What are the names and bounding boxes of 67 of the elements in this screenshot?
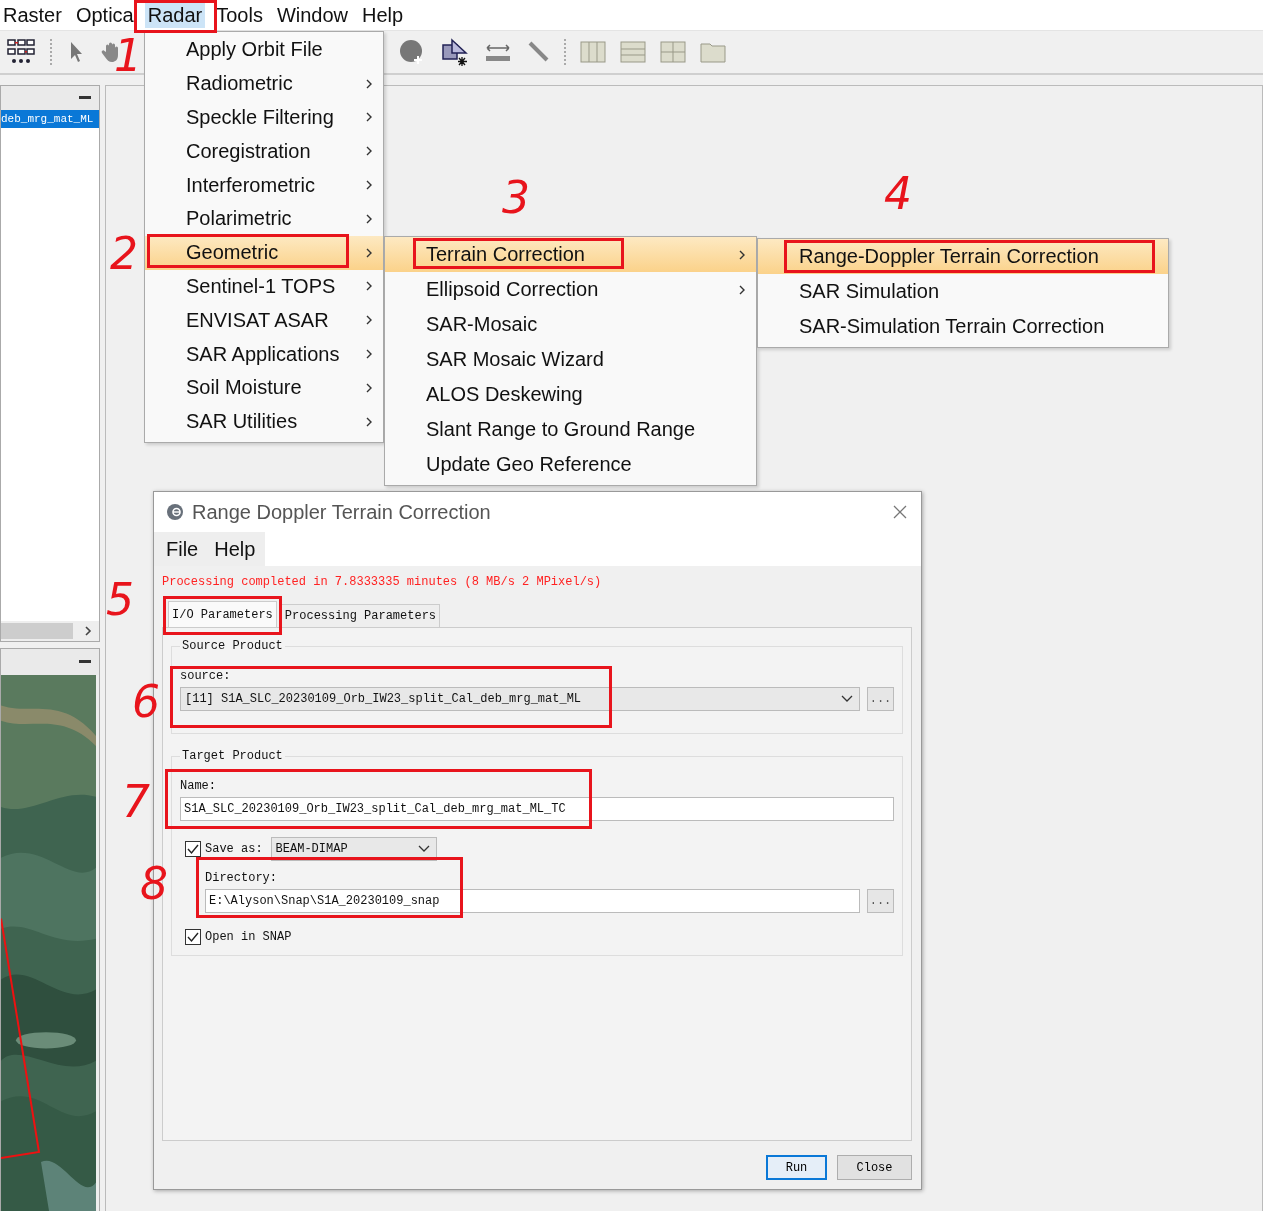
app-icon [166,503,184,521]
name-field[interactable]: S1A_SLC_20230109_Orb_IW23_split_Cal_deb_mrg_mat_ML_TC [180,797,894,821]
annotation-number: 8 [140,862,168,906]
annotation-number: 5 [106,578,134,622]
menu-item[interactable]: Tools [213,2,266,28]
product-item[interactable]: deb_mrg_mat_ML [1,110,99,128]
menu-item[interactable]: SAR Utilities [145,404,383,439]
menu-item[interactable]: Polarimetric [145,202,383,236]
minimize-icon[interactable] [79,660,91,664]
menu-item[interactable]: Terrain Correction [385,237,756,272]
menu-item[interactable]: Update Geo Reference [385,447,756,482]
menu-item[interactable]: Apply Orbit File [145,33,383,67]
menu-item[interactable]: Help [359,2,407,28]
browse-button[interactable]: ... [867,687,894,711]
close-icon[interactable] [893,505,907,519]
chevron-down-icon [417,845,430,853]
checkbox[interactable] [185,929,201,945]
window-title: Range Doppler Terrain Correction [192,500,492,524]
annotation-number: 6 [132,680,160,724]
menu-item[interactable]: SAR Applications [145,337,383,371]
annotation-number: 1 [114,34,142,78]
field-label: source: [180,668,231,683]
menu-item[interactable]: Soil Moisture [145,370,383,405]
layers-icon[interactable] [440,37,470,67]
menu-item[interactable]: Coregistration [145,134,383,169]
run-button[interactable]: Run [766,1155,827,1180]
browse-button[interactable]: ... [867,889,894,913]
menu-item[interactable]: ENVISAT ASAR [145,303,383,338]
annotation-number: 2 [110,232,138,276]
directory-field[interactable]: E:\Alyson\Snap\S1A_20230109_snap [205,889,860,913]
menu-item[interactable]: SAR Simulation [758,274,1168,309]
menu-item[interactable]: Raster [0,2,65,28]
check-icon [186,842,200,856]
source-dropdown[interactable]: [11] S1A_SLC_20230109_Orb_IW23_split_Cal_deb_mrg_mat_ML [180,687,860,711]
menu-item[interactable]: Speckle Filtering [145,100,383,135]
field-label: Directory: [205,870,277,885]
annotation-number: 3 [502,176,530,220]
menu-item[interactable]: ALOS Deskewing [385,377,756,412]
chevron-right-icon[interactable] [83,625,93,637]
checkbox-label: Save as: [205,842,263,856]
check-icon [186,930,200,944]
menu-item[interactable]: Sentinel-1 TOPS [145,269,383,304]
tab[interactable]: Processing Parameters [280,604,441,627]
status-message: Processing completed in 7.8333335 minutes (8 MB/s 2 MPixel/s) [162,575,603,589]
menu-item[interactable]: Optica [72,2,137,28]
annotation-number: 4 [884,172,912,216]
checkbox-label: Open in SNAP [205,930,292,944]
annotation-number: 7 [122,780,150,824]
group-title: Target Product [180,749,285,763]
menu-item[interactable]: SAR Mosaic Wizard [385,342,756,377]
close-button[interactable]: Close [837,1155,912,1180]
menu-item[interactable]: Ellipsoid Correction [385,272,756,307]
menu-item[interactable]: Interferometric [145,168,383,202]
menu-item[interactable]: Window [273,2,352,28]
minimize-icon[interactable] [79,96,91,100]
menu-item[interactable]: Help [214,537,256,561]
field-label: Name: [180,778,216,793]
menu-item[interactable]: Radiometric [145,66,383,101]
horizontal-scrollbar[interactable] [1,621,99,641]
menu-item[interactable]: SAR-Mosaic [385,307,756,342]
tab[interactable]: I/O Parameters [168,601,277,627]
checkbox[interactable] [185,841,201,857]
chevron-down-icon [841,695,853,703]
menu-item[interactable]: Slant Range to Ground Range [385,412,756,447]
menu-item[interactable]: Radar [144,2,206,28]
menu-item[interactable]: SAR-Simulation Terrain Correction [758,309,1168,344]
menu-item[interactable]: File [166,537,199,561]
